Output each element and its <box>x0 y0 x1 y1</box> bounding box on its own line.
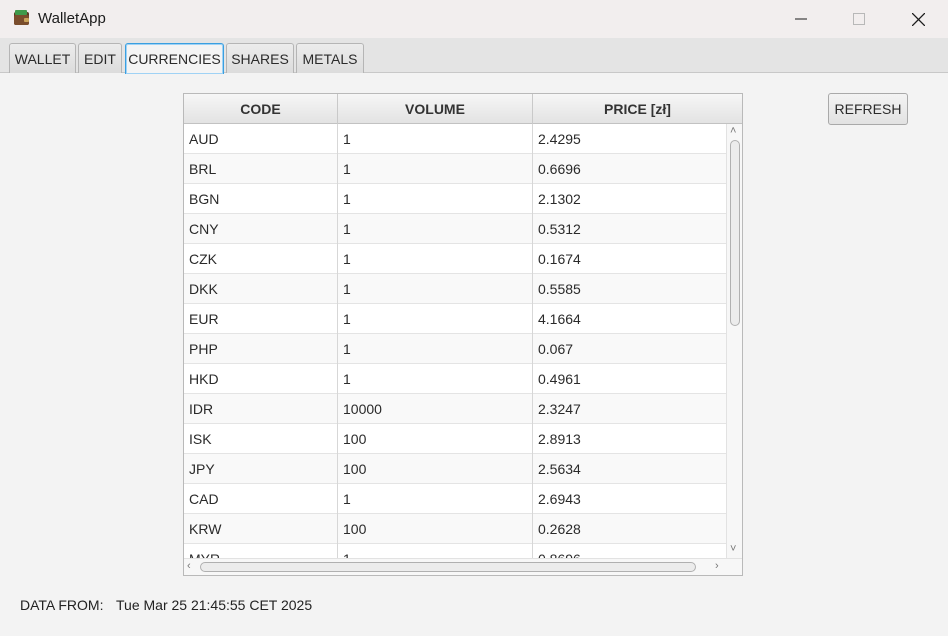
data-timestamp: Tue Mar 25 21:45:55 CET 2025 <box>116 597 313 613</box>
cell-volume: 10000 <box>338 394 533 424</box>
table-row[interactable]: MYR10.8696 <box>184 544 726 558</box>
table-row[interactable]: IDR 10000 2.3247 <box>184 394 726 424</box>
horizontal-scrollbar[interactable]: ‹ › <box>184 558 742 575</box>
table-row[interactable]: JPY 100 2.5634 <box>184 454 726 484</box>
scroll-left-icon[interactable]: ‹ <box>187 561 191 572</box>
cell-price: 2.6943 <box>538 491 581 507</box>
cell-volume: 1 <box>338 244 533 274</box>
cell-volume: 1 <box>338 154 533 184</box>
cell-volume: 1 <box>338 544 533 558</box>
title-bar: WalletApp <box>0 0 948 38</box>
cell-price: 0.5312 <box>538 221 581 237</box>
table-row[interactable]: DKK 1 0.5585 <box>184 274 726 304</box>
column-header-code[interactable]: CODE <box>184 94 338 124</box>
cell-code: CZK <box>184 244 338 274</box>
cell-code: BRL <box>184 154 338 184</box>
data-from-label: DATA FROM: <box>20 597 104 613</box>
vertical-scroll-thumb[interactable] <box>730 140 740 326</box>
column-header-volume[interactable]: VOLUME <box>338 94 533 124</box>
cell-price: 4.1664 <box>538 311 581 327</box>
cell-volume: 100 <box>338 454 533 484</box>
tab-wallet[interactable]: WALLET <box>9 43 76 73</box>
table-row[interactable]: KRW 100 0.2628 <box>184 514 726 544</box>
table-body: AUD 1 2.4295 BRL 1 0.6696 BGN 1 2.1302 CNY 1 0.5312… <box>184 124 726 558</box>
cell-code: PHP <box>184 334 338 364</box>
cell-volume: 1 <box>338 184 533 214</box>
cell-price: 0.6696 <box>538 161 581 177</box>
horizontal-scroll-thumb[interactable] <box>200 562 696 572</box>
table-row[interactable]: EUR 1 4.1664 <box>184 304 726 334</box>
cell-price: 0.1674 <box>538 251 581 267</box>
cell-price: 0.067 <box>538 341 574 357</box>
wallet-icon <box>14 10 29 25</box>
cell-price: 0.4961 <box>538 371 581 387</box>
cell-volume: 1 <box>338 304 533 334</box>
cell-code: BGN <box>184 184 338 214</box>
cell-price: 0.5585 <box>538 281 581 297</box>
cell-price: 0.2628 <box>538 521 581 537</box>
table-row[interactable]: HKD 1 0.4961 <box>184 364 726 394</box>
tab-currencies[interactable]: CURRENCIES <box>125 43 224 74</box>
cell-code: ISK <box>184 424 338 454</box>
cell-code: CNY <box>184 214 338 244</box>
scroll-down-icon[interactable]: ˅ <box>730 544 736 555</box>
cell-volume: 1 <box>338 484 533 514</box>
tab-shares[interactable]: SHARES <box>226 43 294 73</box>
cell-code: AUD <box>184 124 338 154</box>
table-row[interactable]: CAD 1 2.6943 <box>184 484 726 514</box>
tab-edit[interactable]: EDIT <box>78 43 122 73</box>
tab-bar: WALLET EDIT CURRENCIES SHARES METALS <box>0 38 948 74</box>
table-row[interactable]: PHP 1 0.067 <box>184 334 726 364</box>
cell-code: KRW <box>184 514 338 544</box>
cell-price: 2.5634 <box>538 461 581 477</box>
cell-price: 2.3247 <box>538 401 581 417</box>
cell-code: HKD <box>184 364 338 394</box>
table-row[interactable]: BRL 1 0.6696 <box>184 154 726 184</box>
cell-volume: 1 <box>338 274 533 304</box>
cell-code: EUR <box>184 304 338 334</box>
cell-volume: 100 <box>338 514 533 544</box>
cell-price: 2.8913 <box>538 431 581 447</box>
cell-volume: 1 <box>338 214 533 244</box>
table-row[interactable]: ISK 100 2.8913 <box>184 424 726 454</box>
cell-volume: 1 <box>338 124 533 154</box>
cell-code: JPY <box>184 454 338 484</box>
table-row[interactable]: AUD 1 2.4295 <box>184 124 726 154</box>
window-title: WalletApp <box>38 10 106 27</box>
cell-price: 0.8696 <box>533 544 726 558</box>
scroll-up-icon[interactable]: ˄ <box>730 126 736 137</box>
table-header: CODE VOLUME PRICE [zł] <box>184 94 742 124</box>
vertical-scrollbar[interactable]: ˄ ˅ <box>726 124 742 558</box>
column-header-price[interactable]: PRICE [zł] <box>533 94 742 124</box>
minimize-button[interactable] <box>778 0 824 38</box>
minimize-icon <box>795 18 807 20</box>
table-row[interactable]: BGN 1 2.1302 <box>184 184 726 214</box>
maximize-icon <box>853 13 865 25</box>
table-row[interactable]: CZK 1 0.1674 <box>184 244 726 274</box>
cell-volume: 1 <box>338 334 533 364</box>
cell-code: CAD <box>184 484 338 514</box>
scroll-right-icon[interactable]: › <box>715 561 719 572</box>
close-icon <box>911 12 925 26</box>
cell-price: 2.4295 <box>538 131 581 147</box>
cell-volume: 1 <box>338 364 533 394</box>
cell-code: DKK <box>184 274 338 304</box>
refresh-button[interactable]: REFRESH <box>828 93 908 125</box>
cell-code: MYR <box>184 544 338 558</box>
maximize-button[interactable] <box>836 0 882 38</box>
close-button[interactable] <box>895 0 941 38</box>
table-row[interactable]: CNY 1 0.5312 <box>184 214 726 244</box>
cell-volume: 100 <box>338 424 533 454</box>
cell-price: 2.1302 <box>538 191 581 207</box>
tab-metals[interactable]: METALS <box>296 43 364 73</box>
cell-code: IDR <box>184 394 338 424</box>
currencies-table[interactable]: CODE VOLUME PRICE [zł] AUD 1 2.4295 BRL 1 0.6… <box>183 93 743 576</box>
